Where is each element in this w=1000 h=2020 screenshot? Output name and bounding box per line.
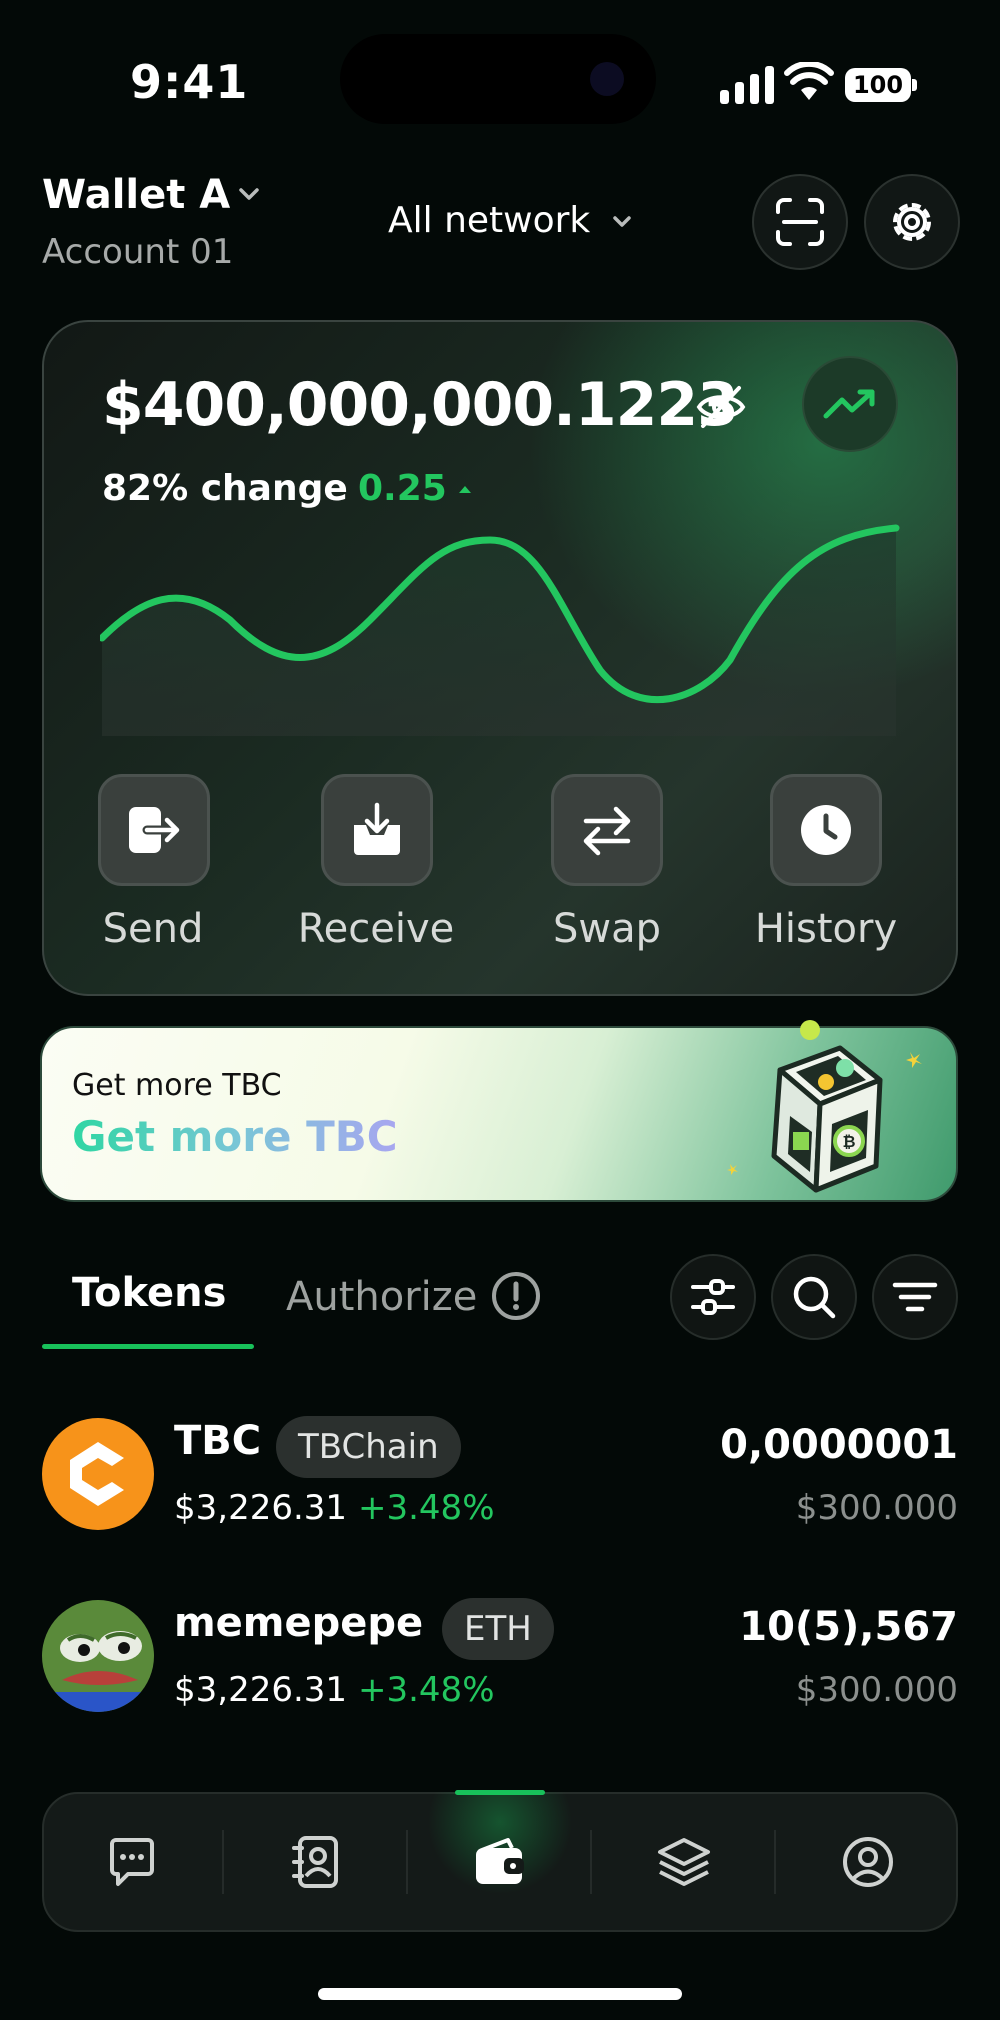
signal-icon xyxy=(720,64,774,104)
network-selector[interactable]: All network xyxy=(388,200,590,241)
swap-button[interactable] xyxy=(551,774,663,886)
token-fiat-value: $300.000 xyxy=(795,1488,958,1528)
search-icon xyxy=(793,1276,836,1319)
chain-badge: ETH xyxy=(442,1598,554,1660)
pepe-avatar-icon xyxy=(42,1600,154,1712)
history-icon xyxy=(801,805,851,855)
tab-underline xyxy=(42,1344,254,1349)
scan-button[interactable] xyxy=(752,174,848,270)
filter-button[interactable] xyxy=(872,1254,958,1340)
chevron-down-icon[interactable] xyxy=(608,208,636,236)
nav-chat[interactable] xyxy=(100,1830,164,1894)
status-time: 9:41 xyxy=(130,55,249,109)
receive-label: Receive xyxy=(297,906,455,952)
profile-icon xyxy=(843,1837,893,1887)
send-icon xyxy=(129,807,182,853)
search-button[interactable] xyxy=(771,1254,857,1340)
nav-active-indicator xyxy=(455,1790,545,1795)
nav-profile[interactable] xyxy=(836,1830,900,1894)
scan-icon xyxy=(776,198,824,246)
history-button[interactable] xyxy=(770,774,882,886)
caret-up-icon xyxy=(459,486,471,493)
total-balance: $400,000,000.1223 xyxy=(102,370,739,440)
battery-tip xyxy=(912,79,917,91)
token-symbol: TBC xyxy=(174,1418,262,1464)
swap-label: Swap xyxy=(552,906,661,952)
token-fiat-value: $300.000 xyxy=(795,1670,958,1710)
token-amount: 10(5),567 xyxy=(739,1604,958,1650)
nav-divider xyxy=(222,1830,224,1894)
promo-subtitle: Get more TBC xyxy=(72,1068,282,1103)
token-price: $3,226.31 xyxy=(174,1670,348,1710)
wallet-icon xyxy=(476,1838,524,1884)
gear-icon xyxy=(893,203,931,241)
tab-tokens[interactable]: Tokens xyxy=(72,1270,226,1316)
token-change: +3.48% xyxy=(358,1670,495,1710)
trend-button[interactable] xyxy=(802,356,898,452)
wallet-name[interactable]: Wallet A xyxy=(42,172,230,218)
settings-button[interactable] xyxy=(864,174,960,270)
balance-chart xyxy=(100,524,900,736)
camera-dot xyxy=(590,62,624,96)
eye-off-icon[interactable] xyxy=(695,384,747,430)
nav-wallet[interactable] xyxy=(468,1830,532,1894)
send-button[interactable] xyxy=(98,774,210,886)
layers-icon xyxy=(658,1838,710,1886)
change-value: 0.25 xyxy=(358,468,447,509)
gift-cube-illustration: ₿ xyxy=(727,1020,922,1193)
send-label: Send xyxy=(102,906,204,952)
trending-up-icon xyxy=(823,389,875,419)
home-indicator xyxy=(318,1988,682,2000)
chain-badge: TBChain xyxy=(276,1416,461,1478)
chevron-down-icon[interactable] xyxy=(235,180,263,208)
token-row-memepepe[interactable] xyxy=(42,1600,154,1712)
sliders-icon xyxy=(691,1279,735,1315)
token-symbol: memepepe xyxy=(174,1600,424,1646)
battery-indicator: 100 xyxy=(845,68,911,102)
tbc-logo-icon xyxy=(42,1418,154,1530)
chat-icon xyxy=(110,1838,154,1886)
contacts-icon xyxy=(292,1836,338,1888)
nav-divider xyxy=(406,1830,408,1894)
chart-area xyxy=(102,528,896,736)
receive-icon xyxy=(354,802,400,855)
alert-circle-icon[interactable] xyxy=(490,1270,542,1322)
token-row-tbc[interactable] xyxy=(42,1418,154,1530)
promo-title: Get more TBC xyxy=(72,1112,398,1161)
receive-button[interactable] xyxy=(321,774,433,886)
nav-layers[interactable] xyxy=(652,1830,716,1894)
nav-divider xyxy=(774,1830,776,1894)
wifi-icon xyxy=(784,62,834,100)
account-label: Account 01 xyxy=(42,232,234,272)
token-amount: 0,0000001 xyxy=(720,1422,958,1468)
token-change: +3.48% xyxy=(358,1488,495,1528)
nav-divider xyxy=(590,1830,592,1894)
tab-authorize[interactable]: Authorize xyxy=(286,1274,477,1320)
manage-tokens-button[interactable] xyxy=(670,1254,756,1340)
token-price: $3,226.31 xyxy=(174,1488,348,1528)
swap-icon xyxy=(583,806,631,856)
history-label: History xyxy=(754,906,898,952)
change-label: 82% change xyxy=(102,468,348,509)
filter-icon xyxy=(892,1282,938,1312)
nav-contacts[interactable] xyxy=(284,1830,348,1894)
svg-text:₿: ₿ xyxy=(842,1132,855,1151)
